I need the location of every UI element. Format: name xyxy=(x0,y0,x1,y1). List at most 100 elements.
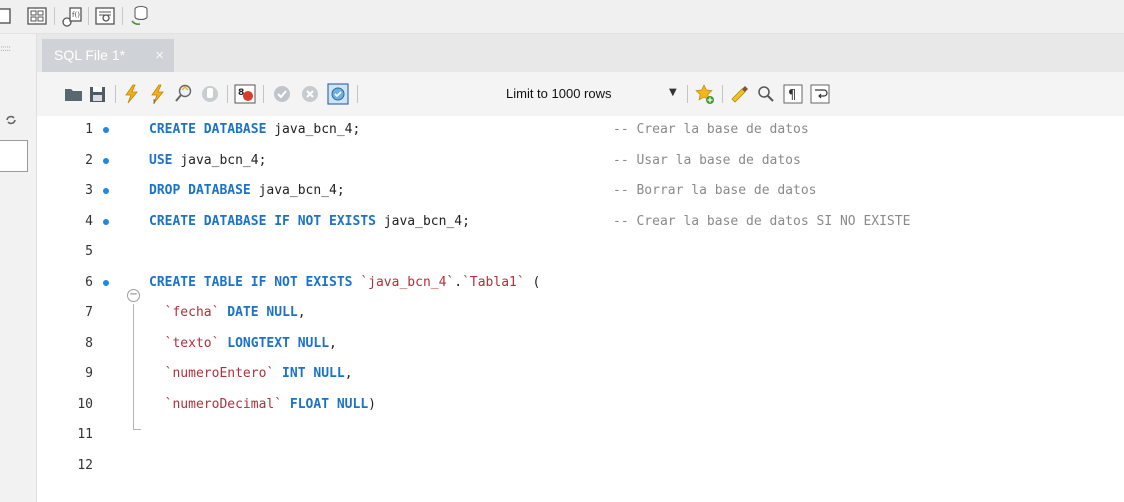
statement-marker-icon xyxy=(103,218,109,225)
statement-marker-icon xyxy=(103,188,109,194)
drag-handle[interactable]: ::::: xyxy=(0,44,11,54)
code-token: LONGTEXT NULL xyxy=(219,335,330,351)
invisible-chars-icon[interactable]: ¶ xyxy=(782,82,804,106)
code-token: DATE NULL xyxy=(219,305,298,320)
code-line[interactable]: USE java_bcn_4; xyxy=(149,152,266,170)
toolbar-separator xyxy=(687,85,688,103)
code-token: `numeroDecimal` xyxy=(164,396,283,412)
code-token: `java_bcn_4` xyxy=(360,274,455,290)
commit-icon[interactable] xyxy=(271,82,293,106)
table-inspect-icon[interactable] xyxy=(0,3,16,29)
execute-icon[interactable] xyxy=(121,82,143,106)
toolbar-separator xyxy=(357,85,358,103)
code-line[interactable]: `texto` LONGTEXT NULL, xyxy=(149,335,337,353)
navigator-panel-edge: ::::: xyxy=(0,34,37,502)
navigator-filter-input[interactable] xyxy=(0,140,28,172)
code-line[interactable]: DROP DATABASE java_bcn_4; xyxy=(149,182,345,200)
line-number: 1 xyxy=(85,122,93,137)
svg-text:I: I xyxy=(153,98,155,106)
reconnect-icon[interactable] xyxy=(128,3,152,29)
rollback-icon[interactable] xyxy=(299,82,321,106)
toolbar-separator xyxy=(122,7,123,25)
code-token: `fecha` xyxy=(164,305,220,320)
toolbar-separator xyxy=(115,85,116,103)
fold-guide-end xyxy=(133,429,141,430)
find-icon[interactable] xyxy=(755,82,777,106)
create-schema-icon[interactable] xyxy=(26,3,50,29)
code-line[interactable]: CREATE TABLE IF NOT EXISTS `java_bcn_4`.… xyxy=(149,274,540,292)
line-number: 9 xyxy=(85,366,93,381)
code-token: ) xyxy=(368,396,376,412)
line-number: 8 xyxy=(85,335,93,351)
code-token: java_bcn_4; xyxy=(383,213,470,229)
toggle-error-icon[interactable]: 8 xyxy=(234,82,256,106)
code-token: , xyxy=(344,366,353,381)
code-token: java_bcn_4; xyxy=(258,183,345,198)
code-token: java_bcn_4; xyxy=(274,122,361,137)
autocommit-icon[interactable] xyxy=(327,82,349,106)
code-comment: -- Borrar la base de datos xyxy=(613,183,817,198)
line-number: 10 xyxy=(77,396,93,412)
execute-current-icon[interactable]: I xyxy=(147,82,169,106)
code-token: ( xyxy=(524,274,541,290)
code-line[interactable]: CREATE DATABASE IF NOT EXISTS java_bcn_4… xyxy=(149,213,470,231)
toolbar-separator xyxy=(722,85,723,103)
toolbar-separator xyxy=(227,85,228,103)
code-line[interactable]: `numeroEntero` INT NULL, xyxy=(149,365,353,383)
limit-rows-select[interactable]: Limit to 1000 rows xyxy=(506,83,624,105)
code-token: `texto` xyxy=(164,335,220,351)
code-comment: -- Crear la base de datos xyxy=(613,122,809,137)
open-file-icon[interactable] xyxy=(63,82,85,106)
line-number: 6 xyxy=(85,274,93,290)
code-line[interactable]: `fecha` DATE NULL, xyxy=(149,304,306,322)
line-number: 7 xyxy=(85,305,93,320)
code-token: DROP DATABASE xyxy=(149,183,259,198)
inspector-icon[interactable] xyxy=(94,3,118,29)
fold-toggle-icon[interactable]: − xyxy=(127,289,140,302)
code-token: INT NULL xyxy=(274,366,345,381)
line-number: 11 xyxy=(77,427,93,442)
code-token: USE xyxy=(149,152,181,168)
statement-marker-icon xyxy=(103,127,109,133)
main-toolbar: f() xyxy=(0,0,1124,34)
code-token: CREATE DATABASE IF NOT EXISTS xyxy=(149,213,384,229)
code-line[interactable]: CREATE DATABASE java_bcn_4; xyxy=(149,121,360,139)
code-comment: -- Crear la base de datos SI NO EXISTE xyxy=(613,213,911,229)
toolbar-separator xyxy=(263,85,264,103)
refresh-icon[interactable] xyxy=(4,114,18,126)
line-number: 5 xyxy=(85,244,93,259)
add-snippet-icon[interactable] xyxy=(694,82,716,106)
code-token: . xyxy=(454,274,463,290)
sql-editor-toolbar: I 8 Limit to 1000 rows ▼ ¶ xyxy=(37,72,1124,117)
stop-icon[interactable] xyxy=(199,82,221,106)
code-token: CREATE TABLE IF NOT EXISTS xyxy=(149,274,361,290)
close-icon[interactable]: × xyxy=(155,39,164,72)
limit-rows-label: Limit to 1000 rows xyxy=(506,86,612,101)
code-token: , xyxy=(297,305,306,320)
tab-sql-file[interactable]: SQL File 1* × xyxy=(42,39,174,72)
tab-title: SQL File 1* xyxy=(54,47,126,63)
code-line[interactable]: `numeroDecimal` FLOAT NULL) xyxy=(149,396,376,414)
statement-marker-icon xyxy=(103,157,109,164)
statement-marker-icon xyxy=(103,279,109,286)
word-wrap-icon[interactable] xyxy=(809,82,831,106)
create-function-icon[interactable]: f() xyxy=(60,3,84,29)
chevron-down-icon[interactable]: ▼ xyxy=(669,87,677,98)
sql-code-editor[interactable]: − 1 CREATE DATABASE java_bcn_4; -- Crear l… xyxy=(37,116,1124,502)
save-icon[interactable] xyxy=(87,82,109,106)
line-number: 3 xyxy=(85,183,93,198)
beautify-icon[interactable] xyxy=(729,82,751,106)
code-token: `Tabla1` xyxy=(462,274,525,290)
code-token: , xyxy=(329,335,337,351)
fold-guide xyxy=(133,304,134,430)
toolbar-separator xyxy=(88,7,89,25)
code-token: CREATE DATABASE xyxy=(149,122,275,137)
code-token: `numeroEntero` xyxy=(164,366,275,381)
line-number: 12 xyxy=(77,457,93,473)
explain-icon[interactable] xyxy=(173,82,195,106)
svg-text:¶: ¶ xyxy=(788,88,796,103)
